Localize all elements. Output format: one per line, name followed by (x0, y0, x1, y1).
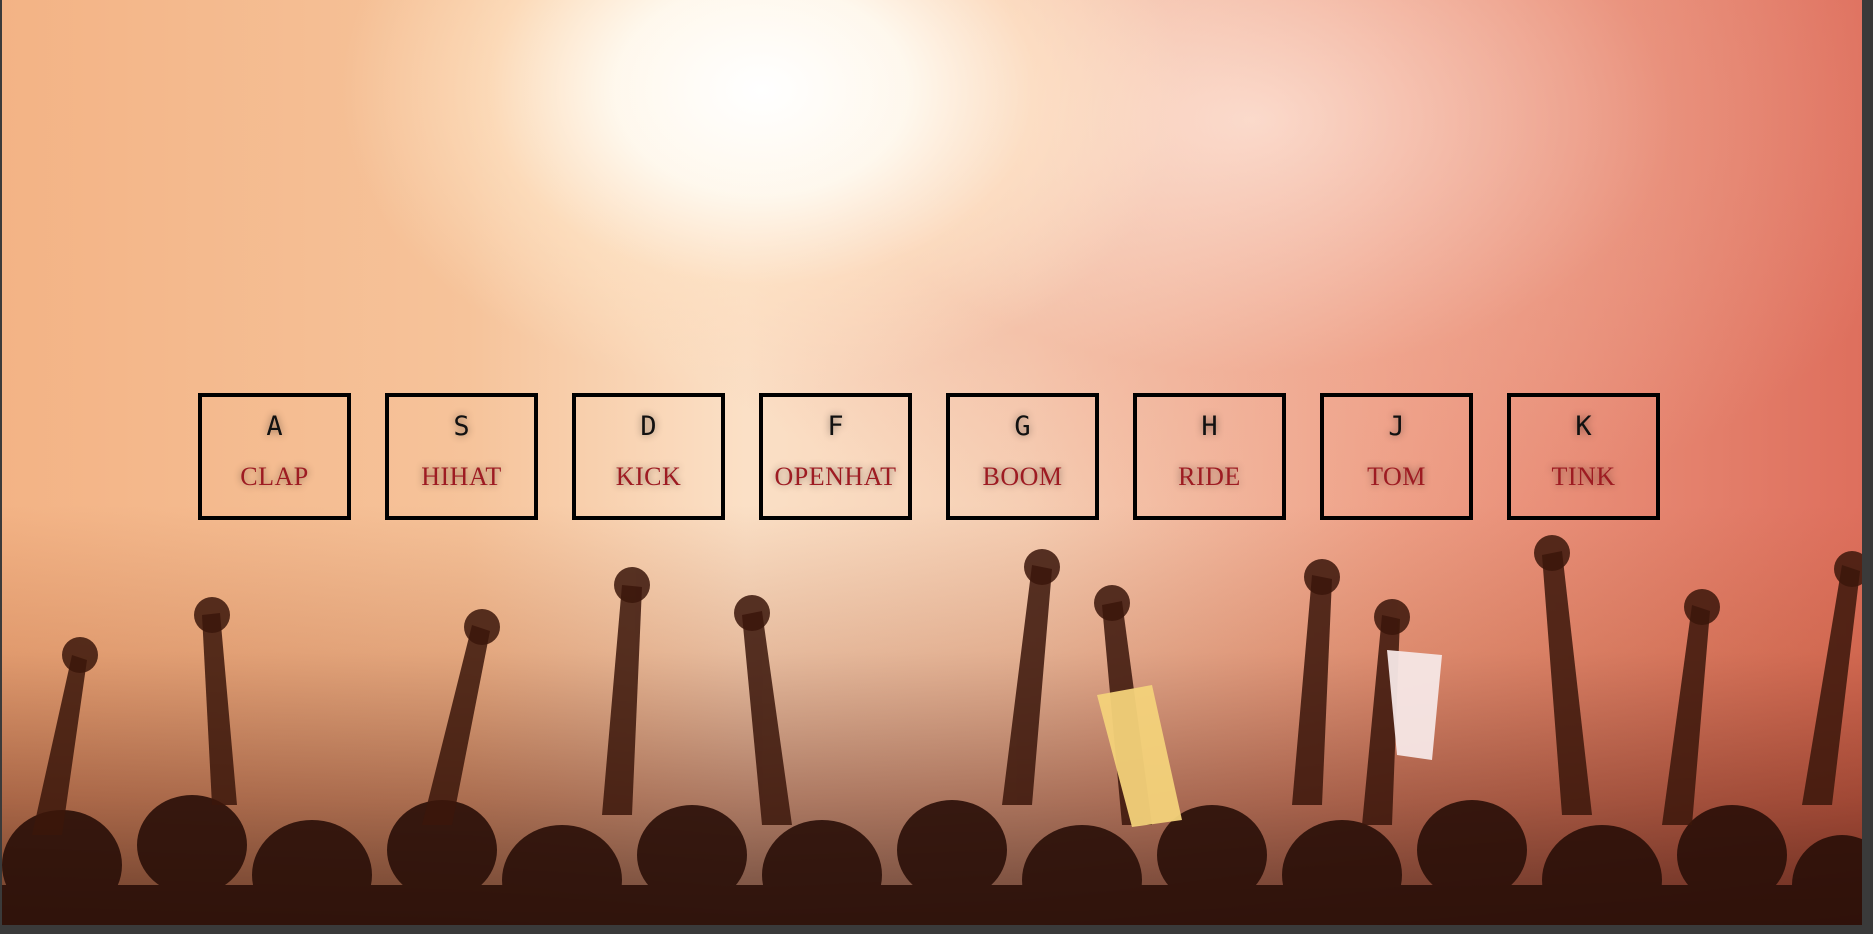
key-letter: F (827, 411, 844, 442)
key-letter: S (453, 411, 470, 442)
drum-key-row: A CLAP S HIHAT D KICK F OPENHAT G BOOM H… (2, 0, 1862, 925)
sound-label: CLAP (240, 462, 309, 491)
drum-key-kick[interactable]: D KICK (572, 393, 725, 520)
concert-background-image: A CLAP S HIHAT D KICK F OPENHAT G BOOM H… (2, 0, 1862, 925)
drum-key-tink[interactable]: K TINK (1507, 393, 1660, 520)
drum-key-openhat[interactable]: F OPENHAT (759, 393, 912, 520)
sound-label: HIHAT (421, 462, 502, 491)
sound-label: BOOM (982, 462, 1063, 491)
sound-label: TOM (1367, 462, 1426, 491)
key-letter: J (1388, 411, 1405, 442)
drum-key-ride[interactable]: H RIDE (1133, 393, 1286, 520)
sound-label: KICK (615, 462, 682, 491)
drum-key-hihat[interactable]: S HIHAT (385, 393, 538, 520)
sound-label: TINK (1551, 462, 1616, 491)
key-letter: G (1014, 411, 1031, 442)
sound-label: RIDE (1178, 462, 1241, 491)
key-letter: H (1201, 411, 1218, 442)
key-letter: A (266, 411, 283, 442)
drum-key-boom[interactable]: G BOOM (946, 393, 1099, 520)
drum-key-tom[interactable]: J TOM (1320, 393, 1473, 520)
sound-label: OPENHAT (774, 462, 897, 491)
drum-key-clap[interactable]: A CLAP (198, 393, 351, 520)
key-letter: K (1575, 411, 1592, 442)
key-letter: D (640, 411, 657, 442)
